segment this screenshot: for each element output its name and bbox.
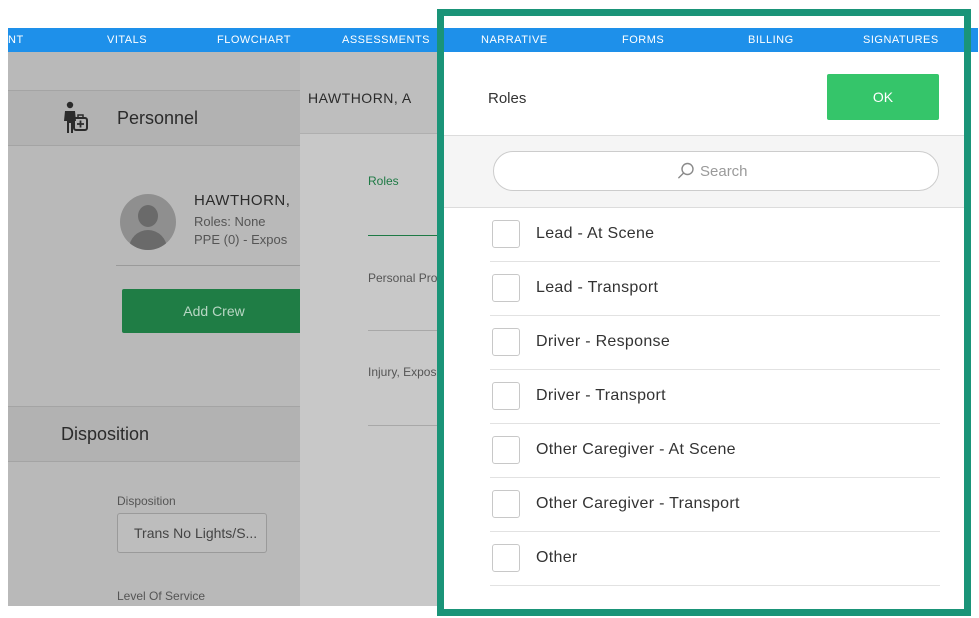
role-item-driver-transport[interactable]: Driver - Transport [490,370,940,424]
roles-field-label[interactable]: Roles [368,174,399,188]
role-label: Other Caregiver - At Scene [536,441,736,458]
personal-protection-label[interactable]: Personal Prot [368,271,440,285]
role-item-lead-transport[interactable]: Lead - Transport [490,262,940,316]
divider [116,265,300,266]
ok-button[interactable]: OK [827,74,939,120]
avatar [120,194,176,250]
role-checkbox[interactable] [492,220,520,248]
injury-exposure-label[interactable]: Injury, Expos [368,365,436,379]
popover-header: Roles OK [444,52,971,136]
overlay-background: Personnel HAWTHORN, Roles: None PPE (0) … [8,52,300,606]
crew-member-name[interactable]: HAWTHORN, [194,192,290,209]
role-checkbox[interactable] [492,328,520,356]
tab-forms[interactable]: FORMS [622,28,664,52]
add-crew-button[interactable]: Add Crew [122,289,300,333]
role-label: Driver - Transport [536,387,666,404]
tab-narrative[interactable]: NARRATIVE [481,28,548,52]
role-checkbox[interactable] [492,382,520,410]
search-bar [444,136,971,208]
tab-assessments[interactable]: ASSESSMENTS [342,28,430,52]
role-checkbox[interactable] [492,490,520,518]
crew-detail-header: HAWTHORN, A [300,52,440,134]
role-item-other[interactable]: Other [490,532,940,586]
role-checkbox[interactable] [492,274,520,302]
role-label: Driver - Response [536,333,671,350]
divider [368,425,440,426]
role-label: Lead - At Scene [536,225,655,242]
role-checkbox[interactable] [492,436,520,464]
popover-title: Roles [488,90,527,107]
roles-field-underline [368,235,440,236]
role-label: Other Caregiver - Transport [536,495,740,512]
search-input[interactable] [700,160,900,182]
crew-detail-panel: HAWTHORN, A Roles Personal Prot Injury, … [300,52,440,606]
tab-billing[interactable]: BILLING [748,28,794,52]
tab-vitals[interactable]: VITALS [107,28,147,52]
roles-popover: Roles OK Lead - At Scene Lead - Transpor… [444,52,971,609]
role-item-driver-response[interactable]: Driver - Response [490,316,940,370]
role-item-lead-at-scene[interactable]: Lead - At Scene [490,208,940,262]
disposition-title: Disposition [61,424,150,444]
crew-member-ppe: PPE (0) - Expos [194,232,288,247]
role-item-other-caregiver-at-scene[interactable]: Other Caregiver - At Scene [490,424,940,478]
crew-detail-name: HAWTHORN, A [308,90,412,106]
role-label: Lead - Transport [536,279,659,296]
disposition-field-label: Disposition [117,494,176,508]
tab-signatures[interactable]: SIGNATURES [863,28,939,52]
crew-member-roles: Roles: None [194,214,266,229]
role-label: Other [536,549,578,566]
disposition-select[interactable]: Trans No Lights/S... [117,513,267,553]
personnel-icon [64,101,88,133]
search-field[interactable] [493,151,939,191]
level-of-service-label: Level Of Service [117,589,206,603]
tab-partial[interactable]: NT [8,28,24,52]
search-icon [678,162,694,179]
role-item-other-caregiver-transport[interactable]: Other Caregiver - Transport [490,478,940,532]
divider [368,330,440,331]
tab-flowchart[interactable]: FLOWCHART [217,28,291,52]
personnel-title: Personnel [117,108,199,128]
role-checkbox[interactable] [492,544,520,572]
top-nav: NT VITALS FLOWCHART ASSESSMENTS NARRATIV… [8,28,978,52]
personnel-section-header: Personnel [8,90,300,146]
disposition-section-header: Disposition [8,406,300,462]
